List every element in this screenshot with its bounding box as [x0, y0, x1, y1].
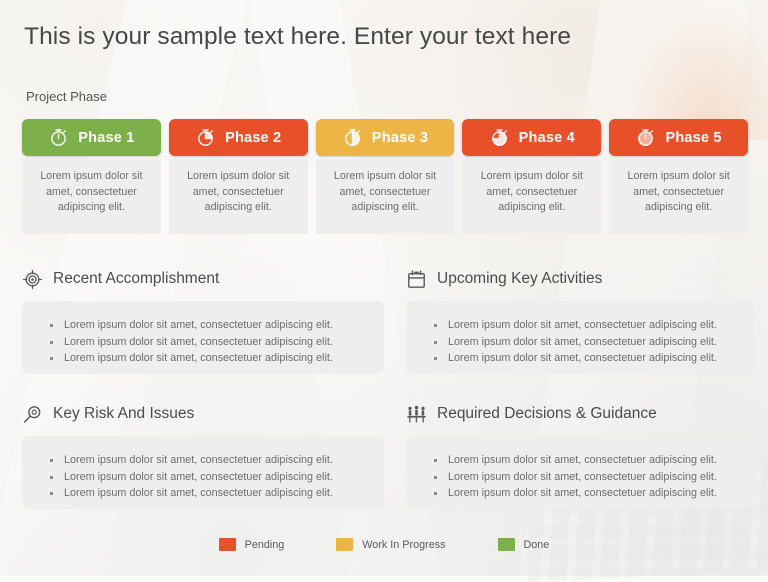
- list-item: Lorem ipsum dolor sit amet, consectetuer…: [432, 350, 740, 367]
- bullet-list: Lorem ipsum dolor sit amet, consectetuer…: [48, 317, 370, 367]
- phase-description: Lorem ipsum dolor sit amet, consectetuer…: [462, 159, 602, 234]
- list-item: Lorem ipsum dolor sit amet, consectetuer…: [48, 350, 370, 367]
- stopwatch-icon: [635, 127, 656, 148]
- phase-label: Phase 4: [518, 129, 575, 146]
- list-item: Lorem ipsum dolor sit amet, consectetuer…: [48, 485, 370, 502]
- stopwatch-icon: [489, 127, 510, 148]
- phase-card: Phase 5 Lorem ipsum dolor sit amet, conse…: [609, 119, 748, 234]
- target-icon: [22, 269, 43, 290]
- phase-label: Phase 5: [665, 129, 722, 146]
- stopwatch-icon: [342, 127, 363, 148]
- phase-description: Lorem ipsum dolor sit amet, consectetuer…: [609, 159, 748, 234]
- phase-label: Phase 3: [371, 129, 429, 146]
- slide-canvas: This is your sample text here. Enter you…: [0, 0, 768, 576]
- quadrant-header: Key Risk And Issues: [22, 401, 384, 427]
- stopwatch-icon: [195, 127, 216, 148]
- quadrant-upcoming-key-activities: Upcoming Key Activities Lorem ipsum dolor…: [406, 266, 754, 374]
- quadrant-panel: Lorem ipsum dolor sit amet, consectetuer…: [22, 301, 384, 374]
- legend-item: Pending: [218, 538, 285, 551]
- list-item: Lorem ipsum dolor sit amet, consectetuer…: [48, 334, 370, 351]
- project-phase-caption: Project Phase: [26, 89, 107, 104]
- phase-description: Lorem ipsum dolor sit amet, consectetuer…: [315, 159, 455, 234]
- legend-item: Work In Progress: [336, 538, 446, 551]
- phase-header-5[interactable]: Phase 5: [609, 119, 748, 156]
- phase-header-4[interactable]: Phase 4: [462, 119, 602, 156]
- list-item: Lorem ipsum dolor sit amet, consectetuer…: [48, 452, 370, 469]
- legend-label: Pending: [244, 538, 285, 551]
- legend-label: Done: [523, 538, 550, 551]
- calendar-icon: [406, 269, 427, 290]
- list-item: Lorem ipsum dolor sit amet, consectetuer…: [432, 469, 740, 486]
- list-item: Lorem ipsum dolor sit amet, consectetuer…: [432, 452, 740, 469]
- list-item: Lorem ipsum dolor sit amet, consectetuer…: [432, 317, 740, 334]
- legend-swatch: [336, 538, 354, 551]
- legend-swatch: [218, 538, 236, 551]
- legend-label: Work In Progress: [362, 538, 446, 551]
- quadrant-key-risk-and-issues: Key Risk And Issues Lorem ipsum dolor sit…: [22, 401, 384, 509]
- list-item: Lorem ipsum dolor sit amet, consectetuer…: [48, 317, 370, 334]
- legend-item: Done: [497, 538, 550, 551]
- list-item: Lorem ipsum dolor sit amet, consectetuer…: [48, 469, 370, 486]
- phase-strip: Phase 1 Lorem ipsum dolor sit amet, conse…: [22, 119, 748, 234]
- quadrant-title: Recent Accomplishment: [53, 270, 220, 287]
- phase-card: Phase 2 Lorem ipsum dolor sit amet, conse…: [168, 119, 308, 234]
- quadrant-title: Required Decisions & Guidance: [437, 405, 657, 422]
- list-item: Lorem ipsum dolor sit amet, consectetuer…: [432, 485, 740, 502]
- phase-description: Lorem ipsum dolor sit amet, consectetuer…: [22, 159, 161, 234]
- quadrant-title: Key Risk And Issues: [53, 405, 195, 422]
- bullet-list: Lorem ipsum dolor sit amet, consectetuer…: [432, 317, 740, 367]
- phase-label: Phase 1: [78, 129, 135, 146]
- quadrant-header: Upcoming Key Activities: [406, 266, 754, 292]
- phase-description: Lorem ipsum dolor sit amet, consectetuer…: [168, 159, 308, 234]
- quadrant-panel: Lorem ipsum dolor sit amet, consectetuer…: [406, 436, 754, 509]
- quadrant-required-decisions-and-guidance: Required Decisions & Guidance Lorem ipsum…: [406, 401, 754, 509]
- quadrant-title: Upcoming Key Activities: [437, 270, 603, 287]
- bullet-list: Lorem ipsum dolor sit amet, consectetuer…: [432, 452, 740, 502]
- phase-header-2[interactable]: Phase 2: [168, 119, 308, 156]
- phase-card: Phase 3 Lorem ipsum dolor sit amet, conse…: [315, 119, 455, 234]
- legend-swatch: [497, 538, 515, 551]
- page-title: This is your sample text here. Enter you…: [24, 23, 572, 50]
- phase-header-3[interactable]: Phase 3: [315, 119, 455, 156]
- phase-card: Phase 4 Lorem ipsum dolor sit amet, conse…: [462, 119, 602, 234]
- quadrant-panel: Lorem ipsum dolor sit amet, consectetuer…: [22, 436, 384, 509]
- bullet-list: Lorem ipsum dolor sit amet, consectetuer…: [48, 452, 370, 502]
- phase-header-1[interactable]: Phase 1: [22, 119, 161, 156]
- quadrant-header: Required Decisions & Guidance: [406, 401, 754, 427]
- magnifier-icon: [22, 404, 43, 425]
- quadrant-recent-accomplishment: Recent Accomplishment Lorem ipsum dolor s…: [22, 266, 384, 374]
- phase-card: Phase 1 Lorem ipsum dolor sit amet, conse…: [22, 119, 161, 234]
- stopwatch-icon: [48, 127, 69, 148]
- quadrant-header: Recent Accomplishment: [22, 266, 384, 292]
- status-legend: Pending Work In Progress Done: [0, 538, 768, 551]
- quadrant-panel: Lorem ipsum dolor sit amet, consectetuer…: [406, 301, 754, 374]
- list-item: Lorem ipsum dolor sit amet, consectetuer…: [432, 334, 740, 351]
- meeting-icon: [406, 404, 427, 425]
- phase-label: Phase 2: [225, 129, 282, 146]
